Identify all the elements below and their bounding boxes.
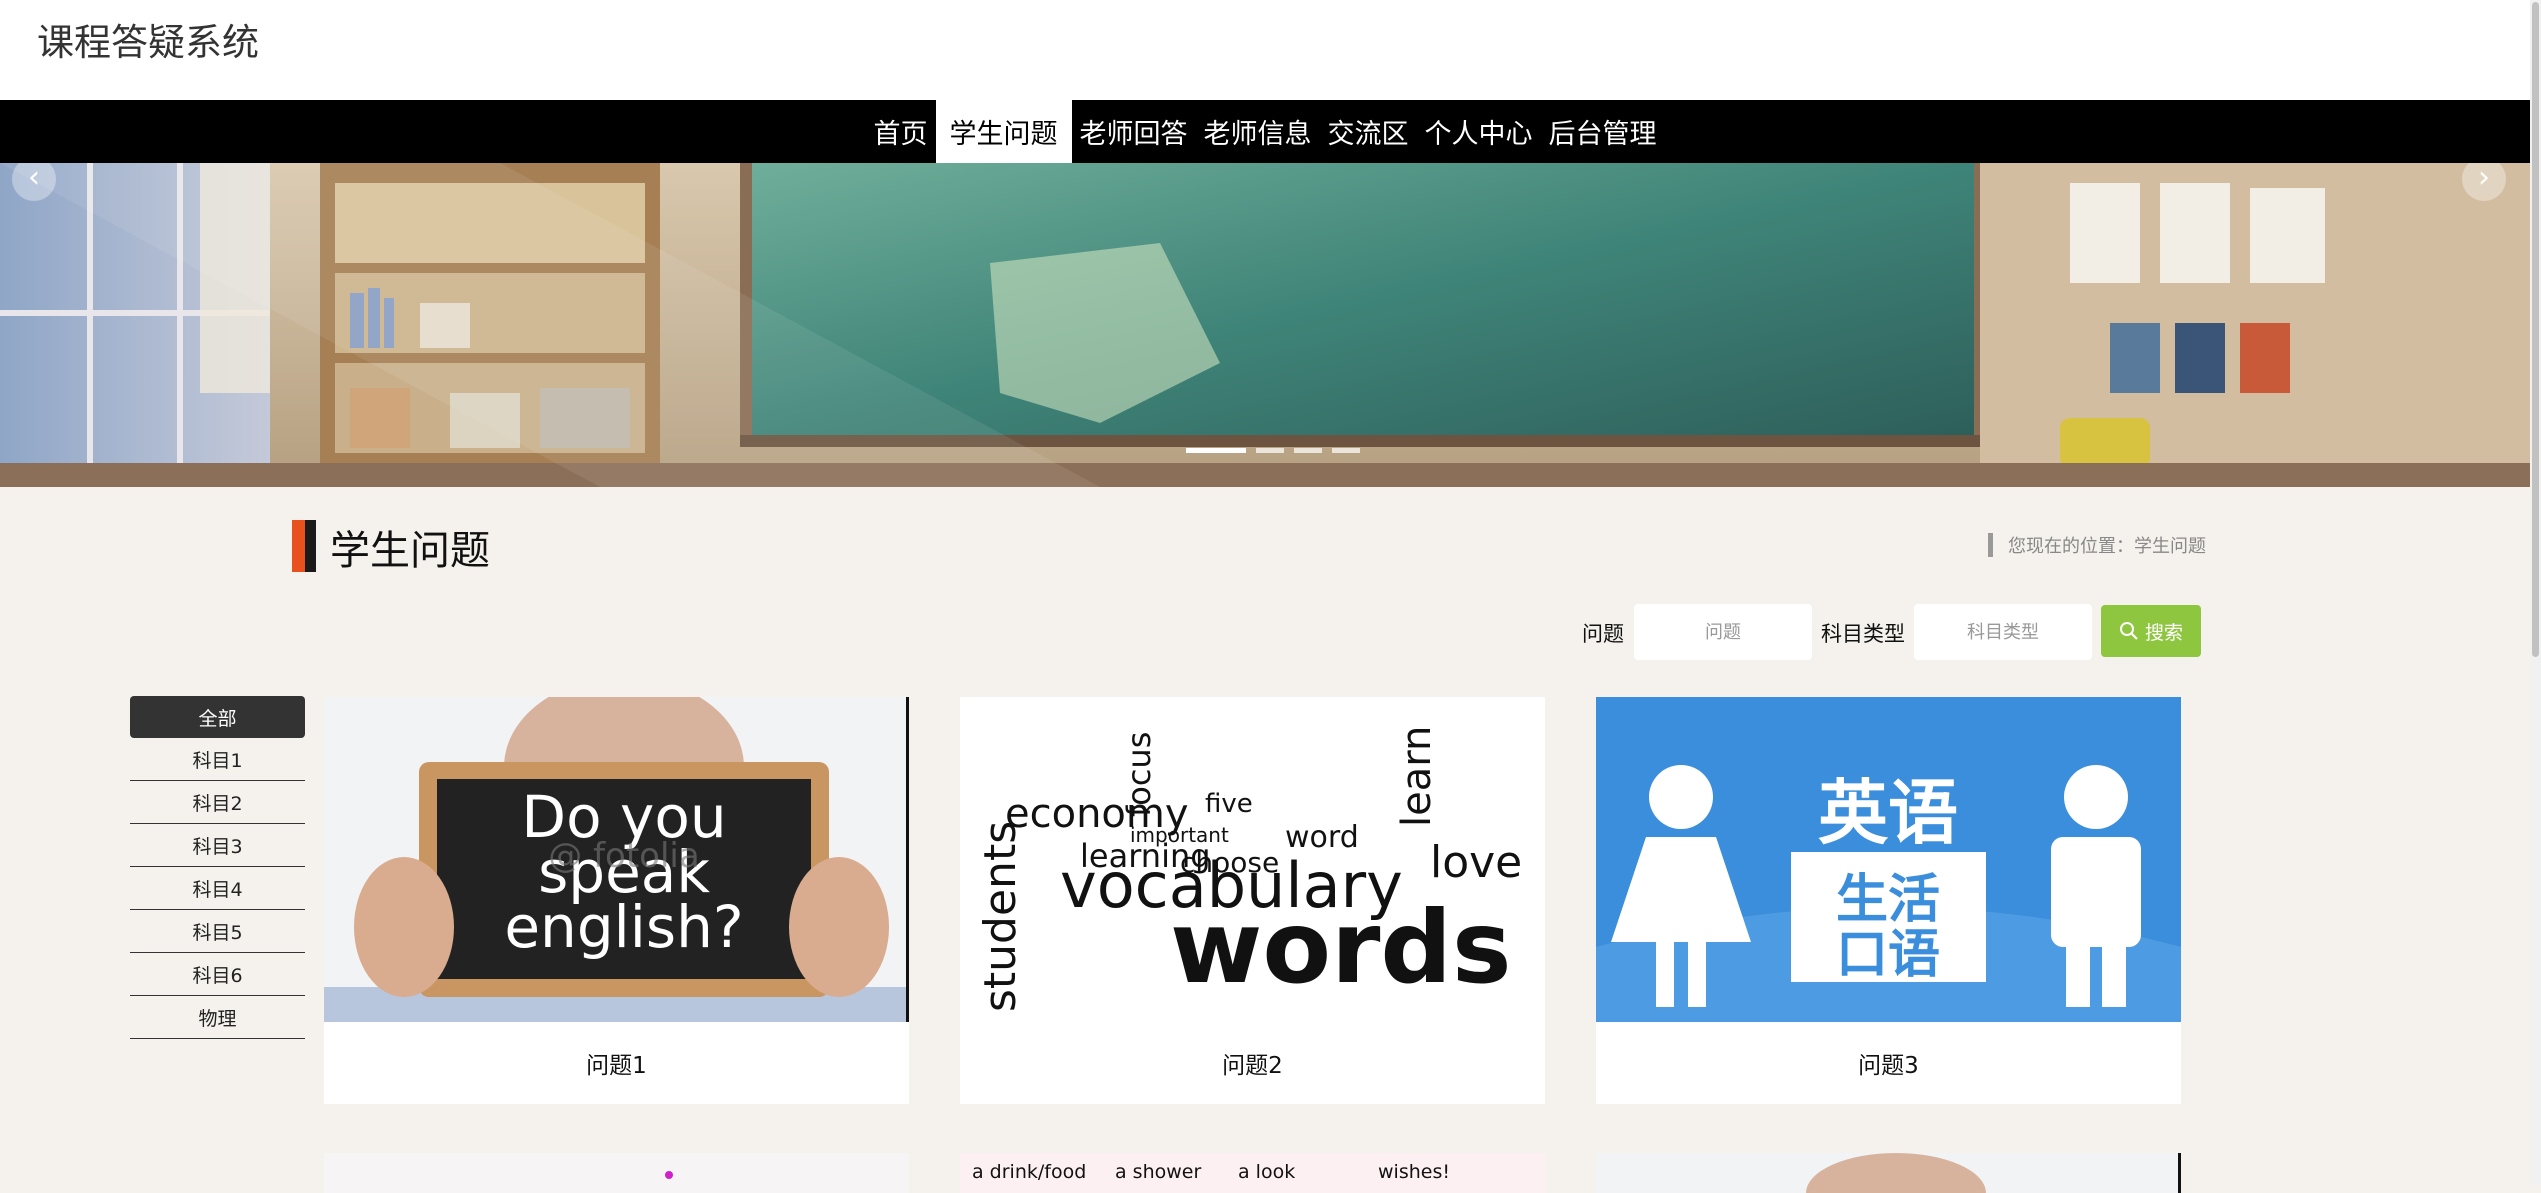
nav-teacher-answers[interactable]: 老师回答 (1072, 100, 1196, 163)
cloud-word: focus (1120, 732, 1158, 817)
question-image-english-sign: Do you speak english? @ fotolia (324, 697, 909, 1022)
question-card[interactable]: economy vocabulary words learning studen… (960, 697, 1545, 1104)
breadcrumb: 您现在的位置：学生问题 (1988, 532, 2206, 558)
search-button-label: 搜索 (2144, 621, 2183, 644)
carousel-dot[interactable] (1332, 448, 1360, 453)
image-phrase: a drink/food (972, 1161, 1086, 1183)
nav-forum[interactable]: 交流区 (1320, 100, 1417, 163)
breadcrumb-marker (1988, 533, 1993, 557)
nav-home[interactable]: 首页 (866, 100, 936, 163)
category-item[interactable]: 科目2 (130, 781, 305, 824)
nav-personal-center[interactable]: 个人中心 (1417, 100, 1541, 163)
question-card-partial[interactable]: a drink/food a shower a look wishes! (960, 1153, 1545, 1193)
category-physics[interactable]: 物理 (130, 996, 305, 1039)
page-scrollbar[interactable] (2530, 0, 2541, 1185)
image-phrase: wishes! (1378, 1161, 1450, 1183)
question-card[interactable]: Do you speak english? @ fotolia 问题1 (324, 697, 909, 1104)
image-phrase: a shower (1115, 1161, 1201, 1183)
site-title: 课程答疑系统 (37, 21, 259, 64)
banner-cn-line-2: 口语 (1836, 925, 1940, 985)
question-card-partial[interactable] (1596, 1153, 2181, 1193)
question-image-english-speaking: 英语 生活 口语 (1596, 697, 2181, 1022)
carousel-dot[interactable] (1256, 448, 1284, 453)
cloud-word: words (1170, 889, 1512, 1006)
cloud-word: five (1205, 789, 1253, 819)
carousel-dots (1186, 448, 1360, 453)
page-title: 学生问题 (330, 528, 490, 574)
nav-admin[interactable]: 后台管理 (1541, 100, 1665, 163)
banner-carousel: ‹ › (0, 163, 2530, 487)
sign-line-3: english? (504, 893, 743, 961)
section-title-marker (292, 520, 316, 572)
cloud-word: word (1285, 820, 1359, 855)
question-card[interactable]: 英语 生活 口语 问题3 (1596, 697, 2181, 1104)
carousel-dot[interactable] (1186, 448, 1246, 453)
classroom-banner-image (0, 163, 2530, 487)
subject-type-input[interactable] (1914, 604, 2092, 660)
subject-type-label: 科目类型 (1821, 622, 1905, 646)
category-all[interactable]: 全部 (130, 696, 305, 738)
top-header: 课程答疑系统 (0, 0, 2530, 100)
cloud-word: choose (1180, 846, 1279, 879)
main-nav: 首页 学生问题 老师回答 老师信息 交流区 个人中心 后台管理 (0, 100, 2530, 163)
cloud-word: students (975, 821, 1026, 1012)
question-search-input[interactable] (1634, 604, 1812, 660)
banner-cn-title: 英语 (1818, 772, 1958, 854)
search-button[interactable]: 搜索 (2101, 605, 2201, 657)
question-card-partial[interactable] (324, 1153, 909, 1193)
question-title: 问题1 (586, 1053, 647, 1079)
question-title: 问题2 (1222, 1053, 1283, 1079)
category-item[interactable]: 科目5 (130, 910, 305, 953)
category-item[interactable]: 科目1 (130, 738, 305, 781)
nav-student-questions[interactable]: 学生问题 (935, 100, 1072, 163)
banner-cn-line-1: 生活 (1836, 870, 1940, 930)
nav-teacher-info[interactable]: 老师信息 (1196, 100, 1320, 163)
sign-watermark: @ fotolia (548, 836, 699, 876)
category-item[interactable]: 科目6 (130, 953, 305, 996)
image-phrase: a look (1238, 1161, 1295, 1183)
cloud-word: important (1130, 823, 1229, 847)
search-icon (2119, 622, 2138, 640)
cloud-word: learn (1394, 726, 1440, 827)
question-title: 问题3 (1858, 1053, 1919, 1079)
question-label: 问题 (1582, 622, 1624, 646)
category-item[interactable]: 科目4 (130, 867, 305, 910)
carousel-dot[interactable] (1294, 448, 1322, 453)
category-list: 全部 科目1 科目2 科目3 科目4 科目5 科目6 物理 (130, 696, 305, 1039)
scrollbar-thumb[interactable] (2532, 2, 2539, 657)
breadcrumb-text: 您现在的位置：学生问题 (2008, 536, 2206, 557)
question-image-word-cloud: economy vocabulary words learning studen… (960, 697, 1545, 1022)
category-item[interactable]: 科目3 (130, 824, 305, 867)
cloud-word: love (1430, 837, 1522, 888)
